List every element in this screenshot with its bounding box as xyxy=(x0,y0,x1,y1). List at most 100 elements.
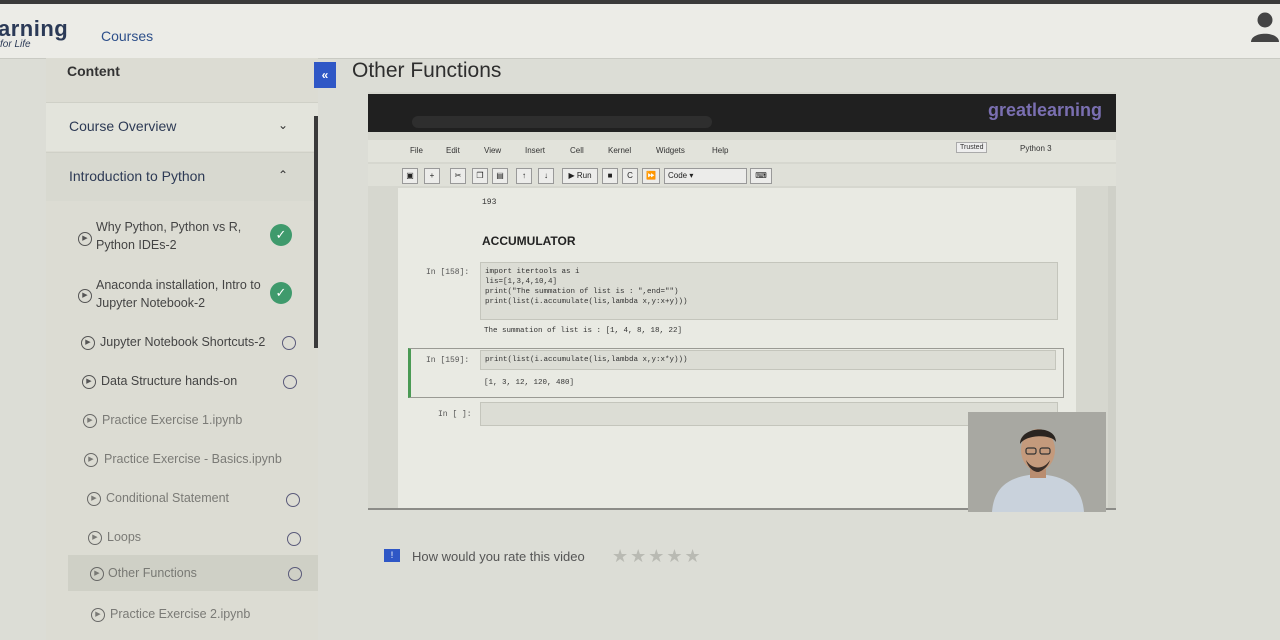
notebook-scrollbar xyxy=(1108,186,1116,508)
cut-icon: ✂ xyxy=(450,168,466,184)
incomplete-circle-icon xyxy=(286,493,300,507)
cell1-prompt: In [158]: xyxy=(426,268,470,277)
copy-icon: ❐ xyxy=(472,168,488,184)
play-icon: ▶ xyxy=(78,289,92,303)
lesson-title: Practice Exercise 1.ipynb xyxy=(102,413,243,427)
lesson-item[interactable]: ▶ Why Python, Python vs R, Python IDEs-2… xyxy=(46,216,318,262)
jupyter-menu-cell: Cell xyxy=(570,146,584,155)
incomplete-circle-icon xyxy=(288,567,302,581)
lesson-item[interactable]: ▶ Conditional Statement xyxy=(46,488,318,512)
lesson-item[interactable]: ▶ Practice Exercise 2.ipynb xyxy=(46,604,318,628)
brand-logo[interactable]: arning for Life xyxy=(0,16,69,51)
lesson-item[interactable]: ▶ Data Structure hands-on xyxy=(46,371,318,395)
lesson-item[interactable]: ▶ Practice Exercise - Basics.ipynb xyxy=(46,449,318,473)
incomplete-circle-icon xyxy=(282,336,296,350)
prev-output: 193 xyxy=(482,198,497,207)
lesson-title: Other Functions xyxy=(108,566,197,580)
section-label: Course Overview xyxy=(69,118,177,134)
cell1-code: import itertools as i lis=[1,3,4,10,4] p… xyxy=(485,268,688,306)
feedback-icon: ! xyxy=(384,549,400,562)
brand-logo-main: arning xyxy=(0,16,69,41)
sidebar-scrollbar[interactable] xyxy=(314,116,318,348)
play-icon: ▶ xyxy=(81,336,95,350)
lesson-item[interactable]: ▶ Jupyter Notebook Shortcuts-2 xyxy=(46,332,318,356)
lesson-title: Why Python, Python vs R, Python IDEs-2 xyxy=(96,220,242,252)
save-icon: ▣ xyxy=(402,168,418,184)
page-title: Other Functions xyxy=(352,59,502,82)
incomplete-circle-icon xyxy=(287,532,301,546)
chevron-up-icon: ⌃ xyxy=(277,168,288,182)
section-course-overview[interactable]: Course Overview ⌄ xyxy=(46,102,318,151)
video-url-bar xyxy=(412,116,712,128)
instructor-webcam xyxy=(968,412,1106,512)
lesson-title: Anaconda installation, Intro to Jupyter … xyxy=(96,278,261,310)
jupyter-menu-insert: Insert xyxy=(525,146,546,155)
jupyter-menu-edit: Edit xyxy=(446,146,460,155)
jupyter-menu-view: View xyxy=(484,146,502,155)
move-down-icon: ↓ xyxy=(538,168,554,184)
notebook-icon: ▶ xyxy=(91,608,105,622)
top-bar: arning for Life Courses xyxy=(0,0,1280,59)
video-browser-bar: greatlearning xyxy=(368,94,1116,132)
cell-type-value: Code xyxy=(668,171,688,180)
collapse-sidebar-button[interactable]: « xyxy=(314,62,336,88)
notebook-icon: ▶ xyxy=(83,414,97,428)
code-cell-1: import itertools as i lis=[1,3,4,10,4] p… xyxy=(480,262,1058,320)
top-shade xyxy=(0,0,1280,4)
cell2-prompt: In [159]: xyxy=(426,356,470,365)
lesson-item-active[interactable]: ▶ Other Functions xyxy=(68,555,318,591)
lesson-title: Practice Exercise - Basics.ipynb xyxy=(104,452,282,466)
chevron-down-icon: ⌄ xyxy=(277,118,288,132)
jupyter-kernel-name: Python 3 xyxy=(1020,144,1052,153)
run-label: Run xyxy=(576,171,592,180)
add-cell-icon: + xyxy=(424,168,440,184)
section-introduction-to-python[interactable]: Introduction to Python ⌃ xyxy=(46,152,318,201)
course-content-sidebar: Content Course Overview ⌄ Introduction t… xyxy=(46,58,318,640)
jupyter-menu-widgets: Widgets xyxy=(656,146,685,155)
nav-courses-link[interactable]: Courses xyxy=(101,28,153,44)
jupyter-menu-file: File xyxy=(410,146,423,155)
cell-type-select: Code ▾ xyxy=(664,168,747,184)
jupyter-menu-kernel: Kernel xyxy=(608,146,632,155)
jupyter-menu-help: Help xyxy=(712,146,729,155)
instructor-figure xyxy=(968,412,1106,512)
user-avatar-icon[interactable] xyxy=(1250,10,1280,44)
section-label: Introduction to Python xyxy=(69,168,206,184)
play-icon: ▶ xyxy=(82,375,96,389)
cell2-code: print(list(i.accumulate(lis,lambda x,y:x… xyxy=(485,356,688,364)
move-up-icon: ↑ xyxy=(516,168,532,184)
restart-icon: C xyxy=(622,168,638,184)
play-icon: ▶ xyxy=(87,492,101,506)
lesson-item[interactable]: ▶ Loops xyxy=(46,527,318,551)
completed-check-icon: ✓ xyxy=(270,224,292,246)
incomplete-circle-icon xyxy=(283,375,297,389)
completed-check-icon: ✓ xyxy=(270,282,292,304)
paste-icon: ▤ xyxy=(492,168,508,184)
jupyter-menubar: File Edit View Insert Cell Kernel Widget… xyxy=(368,140,1116,162)
jupyter-toolbar: ▣ + ✂ ❐ ▤ ↑ ↓ ▶ Run ■ C ⏩ Code ▾ ⌨ xyxy=(368,164,1116,186)
lesson-title: Jupyter Notebook Shortcuts-2 xyxy=(100,335,266,349)
video-brand-watermark: greatlearning xyxy=(987,100,1102,120)
content-heading: Content xyxy=(67,63,120,79)
cell1-output: The summation of list is : [1, 4, 8, 18,… xyxy=(484,327,683,335)
stop-icon: ■ xyxy=(602,168,618,184)
cell3-prompt: In [ ]: xyxy=(438,410,472,419)
notebook-icon: ▶ xyxy=(84,453,98,467)
notebook-heading: ACCUMULATOR xyxy=(482,234,576,248)
cell2-output: [1, 3, 12, 120, 480] xyxy=(484,379,575,387)
play-icon: ▶ xyxy=(88,531,102,545)
jupyter-trusted-badge: Trusted xyxy=(956,142,988,153)
lesson-title: Practice Exercise 2.ipynb xyxy=(110,607,251,621)
lesson-title: Data Structure hands-on xyxy=(101,374,238,388)
code-cell-2: print(list(i.accumulate(lis,lambda x,y:x… xyxy=(480,350,1056,370)
keyboard-icon: ⌨ xyxy=(750,168,772,184)
play-icon: ▶ xyxy=(78,232,92,246)
rating-question: How would you rate this video xyxy=(412,549,585,564)
lesson-item[interactable]: ▶ Anaconda installation, Intro to Jupyte… xyxy=(46,274,318,320)
play-icon: ▶ xyxy=(90,567,104,581)
rating-stars[interactable]: ★★★★★ xyxy=(612,546,703,567)
lesson-title: Conditional Statement xyxy=(106,491,229,505)
fast-forward-icon: ⏩ xyxy=(642,168,660,184)
lesson-item[interactable]: ▶ Practice Exercise 1.ipynb xyxy=(46,410,318,434)
run-button: ▶ Run xyxy=(562,168,598,184)
